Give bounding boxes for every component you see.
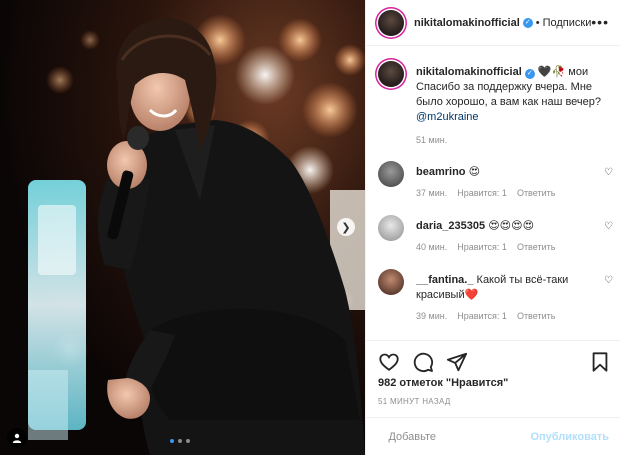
- next-slide-button[interactable]: ❯: [337, 218, 355, 236]
- post-header: nikitalomakinofficial ✓ • Подписки •••: [366, 0, 620, 46]
- comment-likes[interactable]: Нравится: 1: [457, 309, 507, 324]
- carousel-dot: [178, 439, 182, 443]
- caption-body: nikitalomakinofficial ✓ 🖤🥀 мои Спасибо за…: [416, 65, 613, 148]
- chevron-right-icon: ❯: [341, 221, 351, 234]
- reply-button[interactable]: Ответить: [517, 240, 555, 255]
- caption-mention[interactable]: @m2ukraine: [416, 111, 479, 123]
- heart-outline-icon[interactable]: ♡: [604, 275, 613, 286]
- comment-username[interactable]: daria_235305: [416, 220, 485, 232]
- comment-body: __fantina._ Какой ты всё-таки красивый❤️…: [416, 273, 593, 324]
- caption-meta: 51 мин.: [416, 133, 613, 148]
- comment-body: beamrino 😍 37 мин. Нравится: 1 Ответить: [416, 165, 593, 201]
- author-username[interactable]: nikitalomakinofficial: [414, 17, 520, 29]
- performer-photo: [28, 14, 365, 455]
- caption-emojis: 🖤🥀: [537, 66, 566, 78]
- share-icon[interactable]: [446, 351, 468, 373]
- comment-text: 😍😍😍😍: [488, 220, 535, 232]
- comment-time[interactable]: 40 мин.: [416, 240, 447, 255]
- add-comment-row: Опубликовать: [366, 417, 620, 455]
- comment-likes[interactable]: Нравится: 1: [457, 240, 507, 255]
- comment-item: beamrino 😍 37 мин. Нравится: 1 Ответить …: [378, 161, 613, 201]
- header-separator: •: [535, 16, 540, 29]
- verified-icon: ✓: [522, 17, 533, 28]
- comment-body: daria_235305 😍😍😍😍 40 мин. Нравится: 1 От…: [416, 219, 593, 255]
- reply-button[interactable]: Ответить: [517, 309, 555, 324]
- post-sidebar: nikitalomakinofficial ✓ • Подписки ••• n…: [365, 0, 620, 455]
- action-bar: [378, 349, 611, 375]
- heart-outline-icon[interactable]: ♡: [604, 167, 613, 178]
- comment-input[interactable]: [388, 431, 531, 443]
- comment-item: __fantina._ Какой ты всё-таки красивый❤️…: [378, 269, 613, 329]
- caption: nikitalomakinofficial ✓ 🖤🥀 мои Спасибо за…: [378, 61, 613, 145]
- comment-item: daria_235305 😍😍😍😍 40 мин. Нравится: 1 От…: [378, 215, 613, 255]
- comments-list[interactable]: nikitalomakinofficial ✓ 🖤🥀 мои Спасибо за…: [366, 47, 620, 340]
- following-button[interactable]: Подписки: [543, 17, 592, 29]
- commenter-avatar[interactable]: [378, 215, 404, 241]
- author-avatar[interactable]: [378, 9, 404, 36]
- bookmark-icon[interactable]: [589, 351, 611, 373]
- likes-count[interactable]: 982 отметок "Нравится": [378, 377, 508, 389]
- post-timestamp[interactable]: 51 МИНУТ НАЗАД: [378, 397, 451, 406]
- comment-icon[interactable]: [412, 351, 434, 373]
- person-icon: [12, 433, 22, 443]
- reply-button[interactable]: Ответить: [517, 186, 555, 201]
- commenter-avatar[interactable]: [378, 269, 404, 295]
- carousel-indicator: [170, 439, 190, 443]
- comment-time[interactable]: 39 мин.: [416, 309, 447, 324]
- comment-meta: 37 мин. Нравится: 1 Ответить: [416, 186, 593, 201]
- heart-icon[interactable]: [378, 351, 400, 373]
- caption-time[interactable]: 51 мин.: [416, 133, 447, 148]
- post-photo[interactable]: ❯: [0, 0, 365, 455]
- comment-likes[interactable]: Нравится: 1: [457, 186, 507, 201]
- comment-username[interactable]: beamrino: [416, 166, 466, 178]
- comment-meta: 39 мин. Нравится: 1 Ответить: [416, 309, 593, 324]
- comment-username[interactable]: __fantina._: [416, 274, 473, 286]
- comment-text: 😍: [468, 166, 481, 178]
- post-footer: 982 отметок "Нравится" 51 МИНУТ НАЗАД Оп…: [366, 340, 620, 455]
- publish-button[interactable]: Опубликовать: [530, 431, 609, 443]
- comment-meta: 40 мин. Нравится: 1 Ответить: [416, 240, 593, 255]
- commenter-avatar[interactable]: [378, 161, 404, 187]
- carousel-dot: [186, 439, 190, 443]
- caption-username[interactable]: nikitalomakinofficial: [416, 66, 522, 78]
- instagram-post: ❯ nikitalomakinofficial ✓ • Подписки •••: [0, 0, 620, 455]
- author-avatar[interactable]: [378, 61, 404, 87]
- more-dots-icon[interactable]: •••: [591, 14, 609, 30]
- tagged-users-button[interactable]: [7, 428, 27, 448]
- heart-outline-icon[interactable]: ♡: [604, 221, 613, 232]
- comment-time[interactable]: 37 мин.: [416, 186, 447, 201]
- carousel-dot: [170, 439, 174, 443]
- verified-icon: ✓: [524, 69, 535, 79]
